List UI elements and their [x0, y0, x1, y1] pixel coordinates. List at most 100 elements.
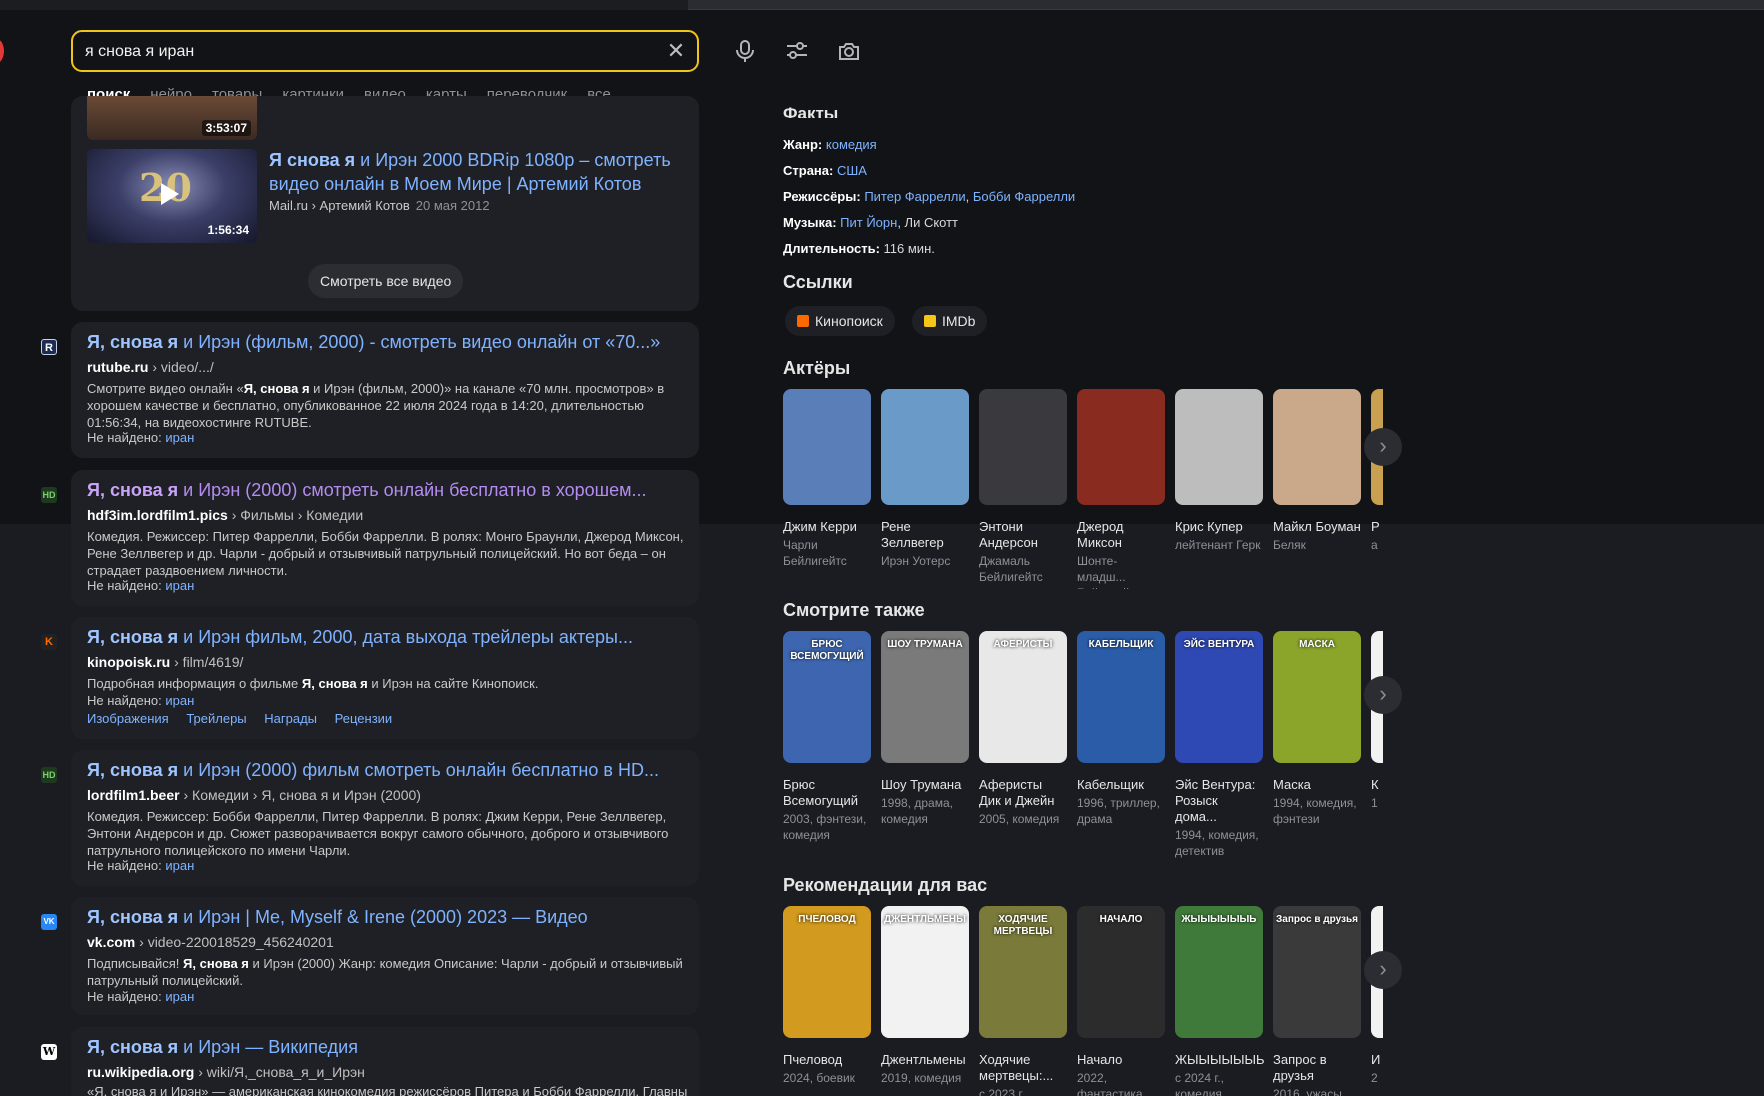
- movie-card[interactable]: КАБЕЛЬЩИК Кабельщик 1996, триллер, драма: [1077, 631, 1165, 827]
- movie-card[interactable]: ДЖЕНТЛЬМЕНЫ Джентльмены 2019, комедия: [881, 906, 969, 1086]
- not-found-word[interactable]: иран: [165, 693, 194, 708]
- movie-card[interactable]: БРЮС ВСЕМОГУЩИЙ Брюс Всемогущий 2003, фэнт…: [783, 631, 871, 843]
- movie-poster[interactable]: ПЧЕЛОВОД: [783, 906, 871, 1038]
- result-title[interactable]: Я, снова я и Ирэн | Me, Myself & Irene (…: [87, 907, 687, 928]
- movie-title[interactable]: Запрос в друзья: [1273, 1052, 1361, 1084]
- chevron-right-icon[interactable]: ›: [1364, 676, 1402, 714]
- actor-card[interactable]: Джерод МиксонШонте-младш... Бейлигейтс: [1077, 389, 1165, 589]
- movie-card[interactable]: К1: [1371, 631, 1383, 811]
- sitelink-trailers[interactable]: Трейлеры: [186, 711, 246, 726]
- kinopoisk-link-button[interactable]: Кинопоиск: [785, 306, 895, 336]
- movie-title[interactable]: Аферисты Дик и Джейн: [979, 777, 1067, 809]
- movie-card[interactable]: ЭЙС ВЕНТУРА Эйс Вентура: Розыск дома... 19…: [1175, 631, 1263, 859]
- movie-title[interactable]: Джентльмены: [881, 1052, 969, 1068]
- actor-photo[interactable]: [783, 389, 871, 505]
- movie-card[interactable]: ПЧЕЛОВОД Пчеловод 2024, боевик: [783, 906, 871, 1086]
- fact-link[interactable]: Пит Йорн: [840, 215, 897, 230]
- fact-link[interactable]: Бобби Фаррелли: [973, 189, 1075, 204]
- actor-photo[interactable]: [979, 389, 1067, 505]
- movie-card[interactable]: И к 2: [1371, 906, 1383, 1086]
- actor-photo[interactable]: [1077, 389, 1165, 505]
- movie-card[interactable]: ШОУ ТРУМАНА Шоу Трумана 1998, драма, комед…: [881, 631, 969, 827]
- result-url[interactable]: vk.com › video-220018529_456240201: [87, 934, 334, 950]
- actor-name[interactable]: Крис Купер: [1175, 519, 1263, 535]
- movie-poster[interactable]: БРЮС ВСЕМОГУЩИЙ: [783, 631, 871, 763]
- not-found-word[interactable]: иран: [165, 430, 194, 445]
- result-url[interactable]: ru.wikipedia.org › wiki/Я,_снова_я_и_Ирэ…: [87, 1064, 365, 1080]
- movie-title[interactable]: Кабельщик: [1077, 777, 1165, 793]
- fact-link[interactable]: США: [837, 163, 867, 178]
- movie-title[interactable]: Маска: [1273, 777, 1361, 793]
- movie-title[interactable]: И к: [1371, 1052, 1383, 1068]
- video-thumbnail[interactable]: 3:53:07: [87, 96, 257, 140]
- actor-card[interactable]: Р Д а: [1371, 389, 1383, 553]
- movie-poster[interactable]: ЭЙС ВЕНТУРА: [1175, 631, 1263, 763]
- all-videos-button[interactable]: Смотреть все видео: [308, 264, 464, 298]
- result-title[interactable]: Я, снова я и Ирэн фильм, 2000, дата выхо…: [87, 627, 687, 648]
- movie-title[interactable]: Ходячие мертвецы:...: [979, 1052, 1067, 1084]
- movie-poster[interactable]: ШОУ ТРУМАНА: [881, 631, 969, 763]
- actor-name[interactable]: Джим Керри: [783, 519, 871, 535]
- result-url[interactable]: lordfilm1.beer › Комедии › Я, снова я и …: [87, 787, 421, 803]
- sitelink-reviews[interactable]: Рецензии: [335, 711, 393, 726]
- movie-card[interactable]: ЖЫЫЫЫЫЫЬ ЖЫЫЫЫЫЫЬ с 2024 г., комедия: [1175, 906, 1265, 1096]
- movie-title[interactable]: Эйс Вентура: Розыск дома...: [1175, 777, 1263, 825]
- actor-photo[interactable]: [1273, 389, 1361, 505]
- search-box[interactable]: ✕: [71, 30, 699, 72]
- imdb-link-button[interactable]: IMDb: [912, 306, 988, 336]
- movie-poster[interactable]: ХОДЯЧИЕ МЕРТВЕЦЫ: [979, 906, 1067, 1038]
- search-input[interactable]: [85, 41, 645, 63]
- movie-poster[interactable]: ЖЫЫЫЫЫЫЬ: [1175, 906, 1263, 1038]
- video-thumbnail[interactable]: 20 1:56:34: [87, 149, 257, 243]
- movie-poster[interactable]: Запрос в друзья: [1273, 906, 1361, 1038]
- movie-card[interactable]: МАСКА Маска 1994, комедия, фэнтези: [1273, 631, 1361, 827]
- movie-title[interactable]: Пчеловод: [783, 1052, 871, 1068]
- actor-card[interactable]: Рене Зеллвегер Ирэн Уотерс: [881, 389, 969, 569]
- sitelink-images[interactable]: Изображения: [87, 711, 169, 726]
- movie-card[interactable]: НАЧАЛО Начало 2022, фантастика,...: [1077, 906, 1165, 1096]
- actor-name[interactable]: Майкл Боуман: [1273, 519, 1361, 535]
- fact-link[interactable]: Питер Фаррелли: [864, 189, 965, 204]
- movie-card[interactable]: ХОДЯЧИЕ МЕРТВЕЦЫ Ходячие мертвецы:... с 20…: [979, 906, 1067, 1096]
- sitelink-awards[interactable]: Награды: [264, 711, 317, 726]
- camera-search-icon[interactable]: [836, 38, 862, 64]
- fact-link[interactable]: комедия: [826, 137, 877, 152]
- not-found-word[interactable]: иран: [165, 989, 194, 1004]
- result-url[interactable]: kinopoisk.ru › film/4619/: [87, 654, 243, 670]
- movie-card[interactable]: Запрос в друзья Запрос в друзья 2016, ужас…: [1273, 906, 1361, 1096]
- actor-name[interactable]: Рене Зеллвегер: [881, 519, 969, 551]
- movie-title[interactable]: ЖЫЫЫЫЫЫЬ: [1175, 1052, 1265, 1068]
- chevron-right-icon[interactable]: ›: [1364, 428, 1402, 466]
- result-title[interactable]: Я, снова я и Ирэн (фильм, 2000) - смотре…: [87, 332, 687, 353]
- chevron-right-icon[interactable]: ›: [1364, 951, 1402, 989]
- result-title[interactable]: Я, снова я и Ирэн (2000) фильм смотреть …: [87, 760, 687, 781]
- actor-photo[interactable]: [1175, 389, 1263, 505]
- result-title[interactable]: Я, снова я и Ирэн (2000) смотреть онлайн…: [87, 480, 687, 501]
- result-title[interactable]: Я, снова я и Ирэн — Википедия: [87, 1037, 687, 1058]
- movie-poster[interactable]: КАБЕЛЬЩИК: [1077, 631, 1165, 763]
- actor-photo[interactable]: [881, 389, 969, 505]
- movie-poster[interactable]: ДЖЕНТЛЬМЕНЫ: [881, 906, 969, 1038]
- movie-poster[interactable]: АФЕРИСТЫ: [979, 631, 1067, 763]
- not-found-word[interactable]: иран: [165, 858, 194, 873]
- video-title[interactable]: Я снова я и Ирэн 2000 BDRip 1080p – смот…: [269, 148, 689, 196]
- result-url[interactable]: rutube.ru › video/.../: [87, 359, 214, 375]
- movie-card[interactable]: АФЕРИСТЫ Аферисты Дик и Джейн 2005, комеди…: [979, 631, 1067, 827]
- movie-title[interactable]: К: [1371, 777, 1383, 793]
- movie-title[interactable]: Брюс Всемогущий: [783, 777, 871, 809]
- actor-card[interactable]: Энтони Андерсон Джамаль Бейлигейтс: [979, 389, 1067, 585]
- actor-name[interactable]: Р Д: [1371, 519, 1383, 535]
- result-url[interactable]: hdf3im.lordfilm1.pics › Фильмы › Комедии: [87, 507, 363, 523]
- movie-poster[interactable]: НАЧАЛО: [1077, 906, 1165, 1038]
- actor-name[interactable]: Энтони Андерсон: [979, 519, 1067, 551]
- movie-title[interactable]: Шоу Трумана: [881, 777, 969, 793]
- actor-card[interactable]: Крис Купер лейтенант Герк: [1175, 389, 1263, 553]
- close-icon[interactable]: ✕: [665, 40, 687, 62]
- sliders-icon[interactable]: [784, 38, 810, 64]
- microphone-icon[interactable]: [732, 38, 758, 64]
- actor-card[interactable]: Майкл Боуман Беляк: [1273, 389, 1361, 553]
- not-found-word[interactable]: иран: [165, 578, 194, 593]
- actor-name[interactable]: Джерод Миксон: [1077, 519, 1165, 551]
- movie-poster[interactable]: МАСКА: [1273, 631, 1361, 763]
- actor-card[interactable]: Джим Керри Чарли Бейлигейтс: [783, 389, 871, 569]
